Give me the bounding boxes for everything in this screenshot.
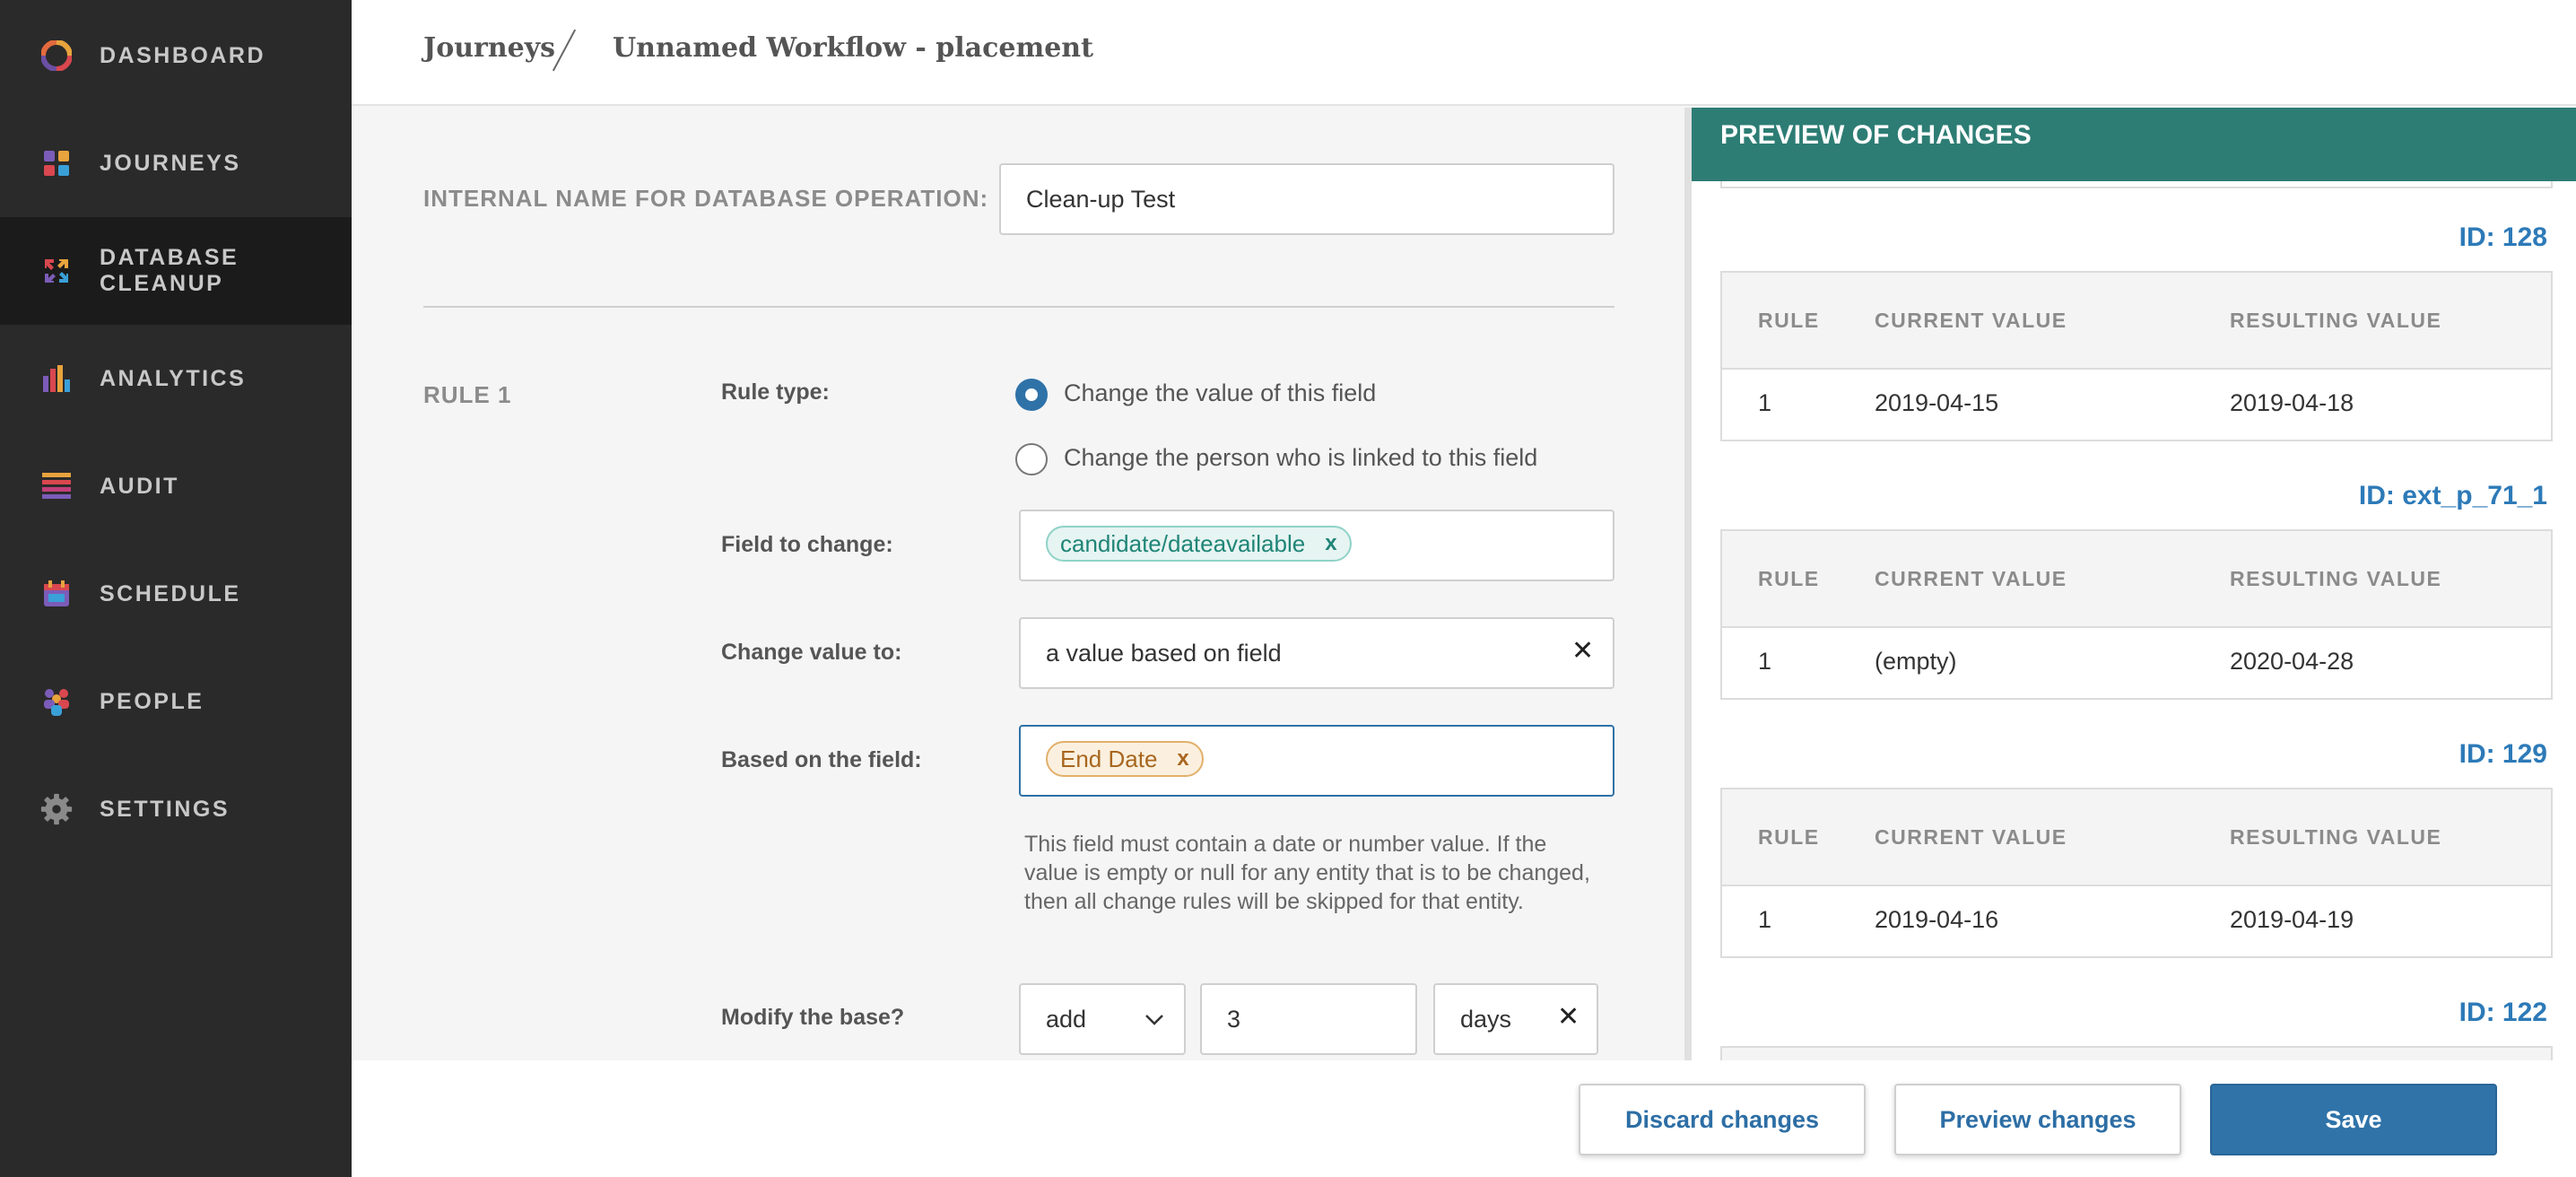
save-button[interactable]: Save bbox=[2210, 1084, 2497, 1155]
column-header-rule: RULE bbox=[1758, 309, 1820, 332]
rule-label: RULE 1 bbox=[423, 381, 512, 408]
sidebar-item-people[interactable]: PEOPLE bbox=[0, 648, 352, 755]
preview-panel: PREVIEW OF CHANGES ID: 128 RULE CURRENT … bbox=[1684, 108, 2576, 1060]
sidebar-item-schedule[interactable]: SCHEDULE bbox=[0, 540, 352, 648]
change-value-to-select[interactable]: a value based on field bbox=[1019, 617, 1614, 689]
record-table: RULE CURRENT VALUE RESULTING VALUE 1 (em… bbox=[1720, 529, 2553, 700]
preview-title: PREVIEW OF CHANGES bbox=[1720, 120, 2032, 150]
header: Journeys Unnamed Workflow - placement bbox=[352, 0, 2576, 106]
bar-chart-icon bbox=[39, 362, 74, 396]
sidebar-item-analytics[interactable]: ANALYTICS bbox=[0, 325, 352, 432]
remove-tag-icon[interactable]: x bbox=[1177, 746, 1188, 772]
column-header-resulting: RESULTING VALUE bbox=[2230, 309, 2442, 332]
sidebar-item-database-cleanup[interactable]: DATABASE CLEANUP bbox=[0, 217, 352, 325]
internal-name-input[interactable]: Clean-up Test bbox=[999, 163, 1614, 235]
discard-changes-button[interactable]: Discard changes bbox=[1579, 1084, 1866, 1155]
sidebar-item-label: DATABASE CLEANUP bbox=[100, 245, 239, 296]
rule-type-option-label: Change the value of this field bbox=[1064, 379, 1377, 406]
based-on-field-label: Based on the field: bbox=[721, 747, 922, 772]
table-header: RULE CURRENT VALUE RESULTING VALUE bbox=[1722, 273, 2551, 370]
cell-rule: 1 bbox=[1758, 648, 1772, 675]
column-header-current: CURRENT VALUE bbox=[1875, 567, 2067, 590]
rule-type-label: Rule type: bbox=[721, 379, 830, 405]
journeys-grid-icon bbox=[39, 146, 74, 180]
tag-label: End Date bbox=[1060, 745, 1158, 772]
gear-icon bbox=[39, 792, 74, 826]
internal-name-label: INTERNAL NAME FOR DATABASE OPERATION: bbox=[423, 185, 989, 212]
column-header-resulting: RESULTING VALUE bbox=[2230, 825, 2442, 849]
column-header-rule: RULE bbox=[1758, 825, 1820, 849]
sidebar: DASHBOARD JOURNEYS DATABASE CLEANUP ANAL… bbox=[0, 0, 352, 1177]
sidebar-item-label: ANALYTICS bbox=[100, 365, 247, 391]
record-table: RULE CURRENT VALUE RESULTING VALUE 1 201… bbox=[1720, 271, 2553, 441]
cell-rule: 1 bbox=[1758, 389, 1772, 416]
clear-icon[interactable]: ✕ bbox=[1571, 635, 1594, 667]
rule-type-option-label: Change the person who is linked to this … bbox=[1064, 444, 1538, 471]
table-row: 1 2019-04-15 2019-04-18 bbox=[1722, 370, 2551, 440]
cell-rule: 1 bbox=[1758, 906, 1772, 933]
field-to-change-label: Field to change: bbox=[721, 532, 893, 557]
record-table bbox=[1720, 1046, 2553, 1060]
change-value-to-label: Change value to: bbox=[721, 640, 902, 665]
column-header-rule: RULE bbox=[1758, 567, 1820, 590]
table-header bbox=[1722, 1048, 2551, 1060]
sidebar-item-journeys[interactable]: JOURNEYS bbox=[0, 109, 352, 217]
record-id: ID: 128 bbox=[2459, 222, 2547, 252]
record-id: ID: 129 bbox=[2459, 739, 2547, 769]
sidebar-item-dashboard[interactable]: DASHBOARD bbox=[0, 2, 352, 109]
sidebar-item-label: JOURNEYS bbox=[100, 150, 241, 176]
based-on-field-tag: End Date x bbox=[1046, 741, 1204, 777]
modify-base-label: Modify the base? bbox=[721, 1005, 905, 1030]
sidebar-item-label: AUDIT bbox=[100, 473, 179, 499]
based-on-help-text: This field must contain a date or number… bbox=[1024, 832, 1590, 914]
tag-label: candidate/dateavailable bbox=[1060, 529, 1306, 557]
cell-current: (empty) bbox=[1875, 648, 1957, 675]
table-row: 1 (empty) 2020-04-28 bbox=[1722, 628, 2551, 698]
modify-amount-input[interactable]: 3 bbox=[1200, 983, 1417, 1055]
table-header: RULE CURRENT VALUE RESULTING VALUE bbox=[1722, 531, 2551, 628]
breadcrumb-separator bbox=[552, 29, 577, 72]
sidebar-item-label: PEOPLE bbox=[100, 688, 205, 714]
cell-resulting: 2019-04-18 bbox=[2230, 389, 2354, 416]
column-header-resulting: RESULTING VALUE bbox=[2230, 567, 2442, 590]
record-table: RULE CURRENT VALUE RESULTING VALUE 1 201… bbox=[1720, 788, 2553, 958]
divider bbox=[423, 306, 1614, 308]
column-header-current: CURRENT VALUE bbox=[1875, 309, 2067, 332]
sidebar-item-audit[interactable]: AUDIT bbox=[0, 432, 352, 540]
cell-current: 2019-04-15 bbox=[1875, 389, 1999, 416]
rule-type-radio-change-person[interactable] bbox=[1015, 443, 1048, 475]
table-header: RULE CURRENT VALUE RESULTING VALUE bbox=[1722, 789, 2551, 886]
database-cleanup-arrows-icon bbox=[39, 254, 74, 288]
field-to-change-tag: candidate/dateavailable x bbox=[1046, 526, 1352, 562]
footer-actions: Discard changes Preview changes Save bbox=[352, 1060, 2576, 1177]
breadcrumb-current: Unnamed Workflow - placement bbox=[613, 32, 1093, 64]
breadcrumb-journeys-link[interactable]: Journeys bbox=[423, 32, 555, 64]
rule-form: INTERNAL NAME FOR DATABASE OPERATION: Cl… bbox=[352, 108, 1684, 1060]
cell-resulting: 2020-04-28 bbox=[2230, 648, 2354, 675]
cell-resulting: 2019-04-19 bbox=[2230, 906, 2354, 933]
dashboard-ring-icon bbox=[39, 39, 74, 73]
sidebar-item-label: SETTINGS bbox=[100, 796, 231, 822]
record-id: ID: ext_p_71_1 bbox=[2358, 481, 2547, 510]
previous-record-table-end bbox=[1720, 181, 2553, 188]
record-id: ID: 122 bbox=[2459, 998, 2547, 1027]
table-row: 1 2019-04-16 2019-04-19 bbox=[1722, 886, 2551, 956]
sidebar-item-settings[interactable]: SETTINGS bbox=[0, 755, 352, 863]
column-header-current: CURRENT VALUE bbox=[1875, 825, 2067, 849]
sidebar-item-label: SCHEDULE bbox=[100, 580, 241, 606]
clear-icon[interactable]: ✕ bbox=[1557, 1001, 1580, 1033]
preview-changes-button[interactable]: Preview changes bbox=[1894, 1084, 2181, 1155]
preview-header: PREVIEW OF CHANGES bbox=[1692, 108, 2576, 181]
remove-tag-icon[interactable]: x bbox=[1325, 531, 1336, 556]
chevron-down-icon bbox=[1145, 1015, 1163, 1025]
cell-current: 2019-04-16 bbox=[1875, 906, 1999, 933]
people-icon bbox=[39, 684, 74, 719]
list-icon bbox=[39, 469, 74, 503]
calendar-icon bbox=[39, 577, 74, 611]
rule-type-radio-change-value[interactable] bbox=[1015, 379, 1048, 411]
sidebar-item-label: DASHBOARD bbox=[100, 42, 265, 68]
